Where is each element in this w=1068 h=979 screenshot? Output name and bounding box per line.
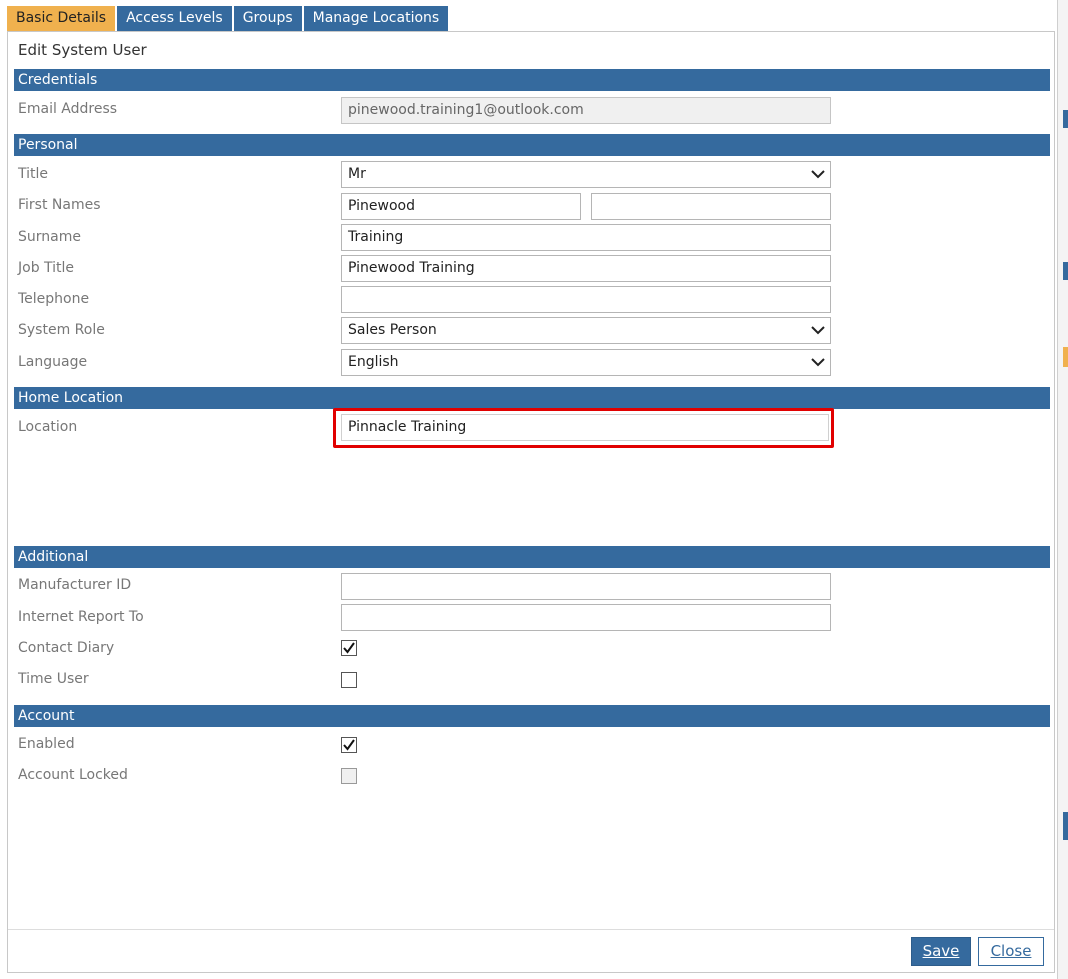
system-role-select[interactable]: Sales Person <box>341 317 831 344</box>
manufacturer-id-field[interactable] <box>341 573 831 600</box>
title-label: Title <box>18 166 49 182</box>
section-account: Account <box>14 705 1050 727</box>
chevron-down-icon <box>811 326 825 335</box>
background-bar <box>1063 347 1068 367</box>
time-user-label: Time User <box>18 671 89 687</box>
checkmark-icon <box>343 739 355 751</box>
first-name-field[interactable]: Pinewood <box>341 193 581 220</box>
location-label: Location <box>18 419 78 435</box>
email-field[interactable]: pinewood.training1@outlook.com <box>341 97 831 124</box>
internet-report-to-label: Internet Report To <box>18 609 144 625</box>
contact-diary-label: Contact Diary <box>18 640 115 656</box>
title-select-value: Mr <box>348 166 366 182</box>
language-label: Language <box>18 354 88 370</box>
tab-groups[interactable]: Groups <box>233 6 302 31</box>
tab-bar: Basic Details Access Levels Groups Manag… <box>7 6 450 31</box>
telephone-label: Telephone <box>18 291 90 307</box>
first-names-label: First Names <box>18 197 101 213</box>
dialog-title: Edit System User <box>18 41 147 59</box>
enabled-label: Enabled <box>18 736 75 752</box>
time-user-checkbox[interactable] <box>341 672 357 688</box>
section-home-location: Home Location <box>14 387 1050 409</box>
tab-manage-locations[interactable]: Manage Locations <box>303 6 449 31</box>
account-locked-checkbox[interactable] <box>341 768 357 784</box>
surname-label: Surname <box>18 229 81 245</box>
section-credentials: Credentials <box>14 69 1050 91</box>
internet-report-to-field[interactable] <box>341 604 831 631</box>
language-select[interactable]: English <box>341 349 831 376</box>
background-bar <box>1063 110 1068 128</box>
close-button-label: Close <box>990 942 1032 960</box>
background-page-edge <box>1057 0 1068 979</box>
footer-divider <box>8 929 1054 930</box>
account-locked-label: Account Locked <box>18 767 128 783</box>
telephone-field[interactable] <box>341 286 831 313</box>
close-button[interactable]: Close <box>978 937 1044 966</box>
enabled-checkbox[interactable] <box>341 737 357 753</box>
job-title-field[interactable]: Pinewood Training <box>341 255 831 282</box>
background-bar <box>1063 812 1068 840</box>
background-bar <box>1063 262 1068 280</box>
location-highlight-box <box>333 408 834 448</box>
save-button[interactable]: Save <box>911 937 971 966</box>
save-button-label: Save <box>922 942 960 960</box>
chevron-down-icon <box>811 358 825 367</box>
chevron-down-icon <box>811 170 825 179</box>
contact-diary-checkbox[interactable] <box>341 640 357 656</box>
job-title-label: Job Title <box>18 260 75 276</box>
middle-name-field[interactable] <box>591 193 831 220</box>
edit-user-dialog: Edit System User Credentials Email Addre… <box>7 31 1055 973</box>
tab-basic-details[interactable]: Basic Details <box>7 6 116 31</box>
language-select-value: English <box>348 354 399 370</box>
title-select[interactable]: Mr <box>341 161 831 188</box>
email-label: Email Address <box>18 101 118 117</box>
manufacturer-id-label: Manufacturer ID <box>18 577 132 593</box>
tab-access-levels[interactable]: Access Levels <box>117 6 232 31</box>
checkmark-icon <box>343 642 355 654</box>
system-role-select-value: Sales Person <box>348 322 437 338</box>
section-personal: Personal <box>14 134 1050 156</box>
system-role-label: System Role <box>18 322 105 338</box>
surname-field[interactable]: Training <box>341 224 831 251</box>
section-additional: Additional <box>14 546 1050 568</box>
